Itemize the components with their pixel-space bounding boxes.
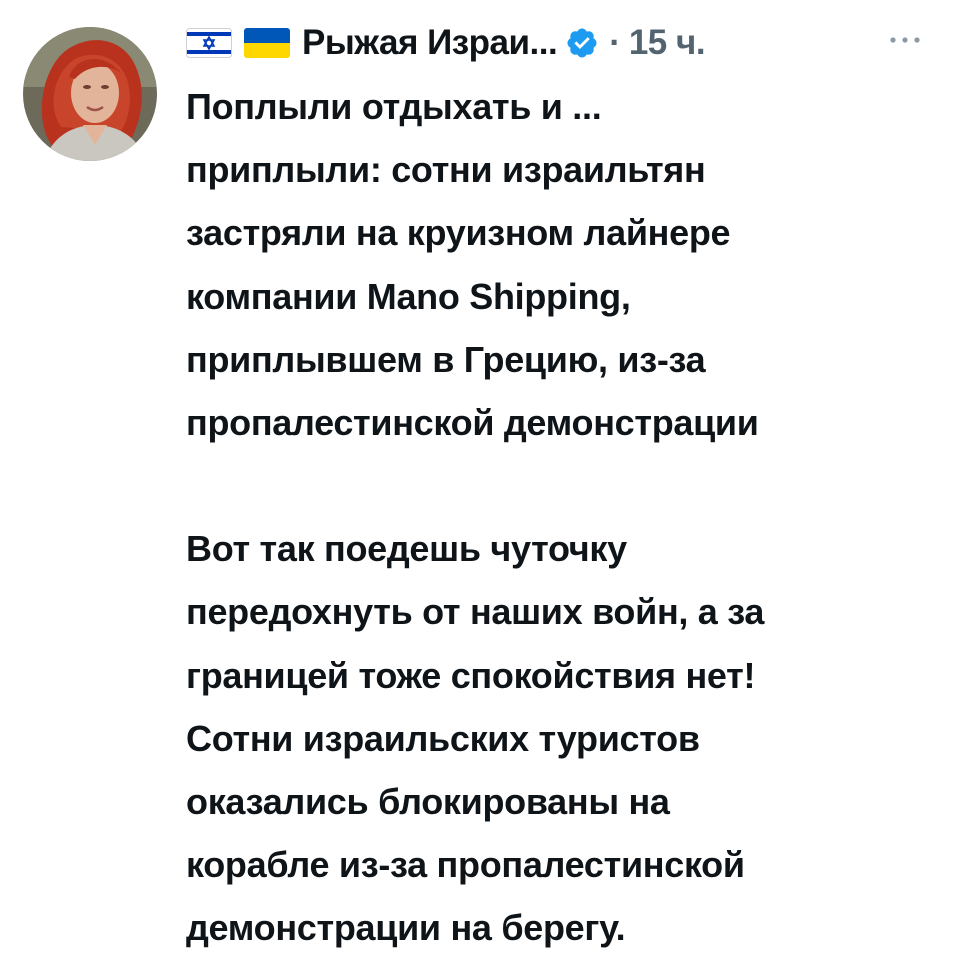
avatar[interactable] <box>23 27 157 161</box>
more-options-icon[interactable] <box>880 27 930 53</box>
verified-badge-icon <box>565 26 599 60</box>
text-line: пропалестинской демонстрации <box>186 402 759 444</box>
text-line: приплыли: сотни израильтян <box>186 149 706 191</box>
text-line: Поплыли отдыхать и ... <box>186 86 602 127</box>
israel-flag-icon <box>186 28 232 58</box>
avatar-image <box>23 27 157 161</box>
text-line: корабле из-за пропалестинской <box>186 844 745 886</box>
text-line: застряли на круизном лайнере <box>186 212 731 254</box>
tweet-paragraph-1: Поплыли отдыхать и ... приплыли: сотни и… <box>186 75 946 454</box>
text-line: Сотни израильских туристов <box>186 717 700 759</box>
ukraine-flag-icon <box>244 28 290 58</box>
tweet-paragraph-2: Вот так поедешь чуточку передохнуть от н… <box>186 517 946 959</box>
text-line: оказались блокированы на <box>186 781 670 823</box>
tweet-timestamp[interactable]: 15 ч. <box>629 23 706 63</box>
text-line: приплывшем в Грецию, из-за <box>186 338 706 380</box>
text-line: компании Mano Shipping, <box>186 275 631 317</box>
tweet[interactable]: Рыжая Израи... · 15 ч. Поплыли отдыхать … <box>0 0 960 948</box>
text-line: демонстрации на берегу. <box>186 907 626 949</box>
tweet-text: Поплыли отдыхать и ... приплыли: сотни и… <box>186 75 946 960</box>
text-line: Вот так поедешь чуточку <box>186 528 627 570</box>
author-name[interactable]: Рыжая Израи... <box>302 23 558 63</box>
header-separator: · <box>609 23 621 62</box>
text-line: передохнуть от наших войн, а за <box>186 591 765 633</box>
tweet-header: Рыжая Израи... · 15 ч. <box>186 18 946 68</box>
text-line: границей тоже спокойствия нет! <box>186 654 756 696</box>
